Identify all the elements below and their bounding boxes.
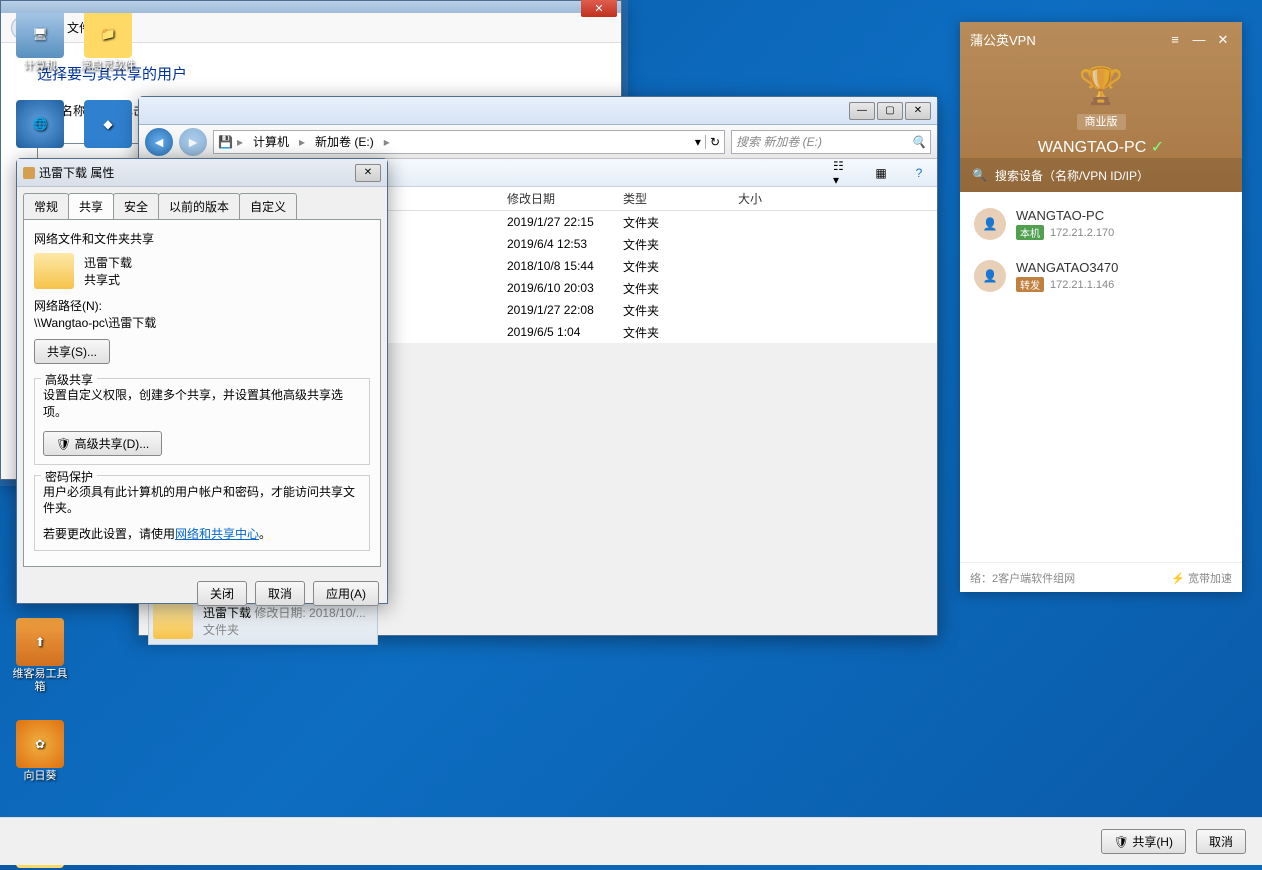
- tab-general[interactable]: 常规: [23, 193, 69, 219]
- boost-link[interactable]: ⚡ 宽带加速: [1171, 570, 1232, 586]
- help-icon[interactable]: ?: [909, 163, 929, 183]
- folder-name: 迅雷下载: [84, 254, 132, 271]
- advanced-share-button[interactable]: 🛡 高级共享(D)...: [43, 431, 162, 456]
- desktop-icon-computer[interactable]: 🖥 计算机: [10, 10, 70, 73]
- explorer-titlebar[interactable]: — ▢ ✕: [139, 97, 937, 125]
- desktop-icon-globe[interactable]: 🌐: [10, 100, 70, 150]
- apply-button[interactable]: 应用(A): [313, 581, 379, 606]
- advanced-text: 设置自定义权限，创建多个共享，并设置其他高级共享选项。: [43, 387, 361, 421]
- tab-security[interactable]: 安全: [113, 193, 159, 219]
- globe-icon: 🌐: [16, 100, 64, 148]
- netpath-value: \\Wangtao-pc\迅雷下载: [34, 314, 370, 331]
- netpath-label: 网络路径(N):: [34, 297, 370, 314]
- breadcrumb-drive[interactable]: 新加卷 (E:): [309, 133, 380, 150]
- minimize-icon[interactable]: —: [1190, 32, 1208, 47]
- col-date[interactable]: 修改日期: [499, 190, 615, 207]
- hostname: WANGTAO-PC ✓: [960, 137, 1242, 157]
- col-type[interactable]: 类型: [615, 190, 730, 207]
- password-text1: 用户必须具有此计算机的用户帐户和密码，才能访问共享文件夹。: [43, 484, 361, 518]
- sunflower-icon: ✿: [16, 720, 64, 768]
- computer-icon: 🖥: [16, 10, 64, 58]
- lock-icon: [23, 167, 35, 179]
- device-ip: 172.21.2.170: [1050, 227, 1114, 239]
- share-button[interactable]: 🛡 共享(H): [1101, 829, 1186, 854]
- back-button[interactable]: ◄: [145, 128, 173, 156]
- avatar-icon: 👤: [974, 260, 1006, 292]
- forward-button[interactable]: ►: [179, 128, 207, 156]
- tab-share[interactable]: 共享: [68, 193, 114, 219]
- device-name: WANGATAO3470: [1016, 260, 1118, 275]
- group-advanced: 高级共享: [41, 371, 97, 388]
- app-icon: ◆: [84, 100, 132, 148]
- properties-titlebar[interactable]: 迅雷下载 属性 ✕: [17, 159, 387, 187]
- breadcrumb-computer[interactable]: 计算机: [247, 133, 295, 150]
- menu-icon[interactable]: ≡: [1166, 32, 1184, 47]
- close-button[interactable]: ✕: [355, 164, 381, 182]
- preview-type: 文件夹: [203, 621, 366, 638]
- maximize-button[interactable]: ▢: [877, 102, 903, 120]
- tab-custom[interactable]: 自定义: [239, 193, 297, 219]
- vpn-device-item[interactable]: 👤 WANGTAO-PC 本机 172.21.2.170: [960, 198, 1242, 250]
- desktop-icon-toolbox[interactable]: ⬆ 维客易工具箱: [10, 618, 70, 694]
- device-tag: 转发: [1016, 277, 1044, 292]
- desktop-icon-folder[interactable]: 📁 潇启灵软件: [78, 10, 138, 73]
- avatar-icon: 👤: [974, 208, 1006, 240]
- vpn-panel: 蒲公英VPN ≡ — ✕ 🏆 商业版 WANGTAO-PC ✓ 🔍 搜索设备（名…: [960, 22, 1242, 592]
- tab-previous[interactable]: 以前的版本: [158, 193, 240, 219]
- refresh-icon[interactable]: ↻: [705, 135, 720, 149]
- close-icon[interactable]: ✕: [1214, 32, 1232, 48]
- network-center-link[interactable]: 网络和共享中心: [175, 527, 259, 541]
- preview-icon[interactable]: ▦: [871, 163, 891, 183]
- edition-badge: 商业版: [1077, 114, 1126, 130]
- cancel-button[interactable]: 取消: [255, 581, 305, 606]
- cancel-button[interactable]: 取消: [1196, 829, 1246, 854]
- properties-dialog: 迅雷下载 属性 ✕ 常规 共享 安全 以前的版本 自定义 网络文件和文件夹共享 …: [16, 158, 388, 604]
- close-button[interactable]: ✕: [905, 102, 931, 120]
- toolbox-icon: ⬆: [16, 618, 64, 666]
- col-size[interactable]: 大小: [730, 190, 810, 207]
- folder-icon: [34, 253, 74, 289]
- close-button[interactable]: 关闭: [197, 581, 247, 606]
- device-tag: 本机: [1016, 225, 1044, 240]
- minimize-button[interactable]: —: [849, 102, 875, 120]
- desktop-icon-app[interactable]: ◆: [78, 100, 138, 150]
- search-input[interactable]: 搜索 新加卷 (E:) 🔍: [731, 130, 931, 154]
- vpn-title: 蒲公英VPN: [970, 30, 1160, 49]
- address-bar[interactable]: 💾 ▸ 计算机 ▸ 新加卷 (E:) ▸ ▾ ↻: [213, 130, 725, 154]
- trophy-icon: 🏆: [960, 65, 1242, 107]
- close-button[interactable]: ✕: [581, 0, 617, 17]
- search-icon: 🔍: [911, 135, 926, 149]
- dropdown-icon[interactable]: ▾: [695, 135, 701, 149]
- vpn-device-item[interactable]: 👤 WANGATAO3470 转发 172.21.1.146: [960, 250, 1242, 302]
- search-icon: 🔍: [972, 168, 987, 182]
- section-title: 网络文件和文件夹共享: [34, 230, 370, 247]
- device-name: WANGTAO-PC: [1016, 208, 1114, 223]
- shared-as: 共享式: [84, 271, 132, 288]
- device-ip: 172.21.1.146: [1050, 279, 1114, 291]
- view-icon[interactable]: ☷ ▾: [833, 163, 853, 183]
- share-button[interactable]: 共享(S)...: [34, 339, 110, 364]
- folder-icon: 📁: [84, 10, 132, 58]
- group-password: 密码保护: [41, 468, 97, 485]
- vpn-search[interactable]: 🔍 搜索设备（名称/VPN ID/IP）: [960, 158, 1242, 192]
- password-text2: 若要更改此设置，请使用网络和共享中心。: [43, 525, 361, 542]
- desktop-icon-sunflower[interactable]: ✿ 向日葵: [10, 720, 70, 783]
- drive-icon: 💾: [218, 135, 233, 149]
- network-status: 络：2客户端软件组网: [970, 570, 1075, 586]
